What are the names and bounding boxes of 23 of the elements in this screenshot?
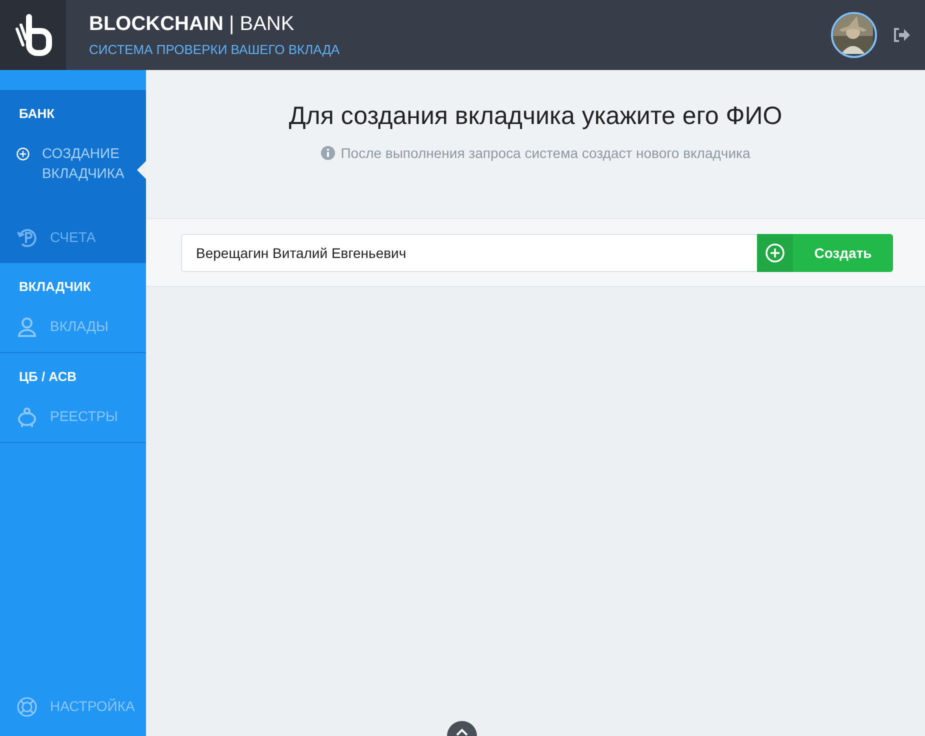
menu-item[interactable]: НАСТРОЙКА xyxy=(0,686,146,736)
piggy-bank-icon xyxy=(16,406,38,428)
page-heading: Для создания вкладчика укажите его ФИО xyxy=(288,102,784,131)
info-icon xyxy=(320,146,335,160)
refresh-ruble-icon xyxy=(16,227,38,249)
plus-circle-icon xyxy=(765,243,785,263)
avatar[interactable] xyxy=(831,12,877,58)
name-input-field[interactable]: Верещагин Виталий Евгеньевич xyxy=(181,234,757,272)
person-icon xyxy=(16,316,38,338)
chevron-up-icon xyxy=(456,728,468,736)
menu-item[interactable]: РЕЕСТРЫ xyxy=(0,396,146,442)
menu-item[interactable]: СЧЕТА xyxy=(0,217,146,263)
hint-text: После выполнения запроса система создаст нового вкладчика xyxy=(340,145,750,161)
section-title: БАНК xyxy=(18,105,56,123)
section-title: ЦБ / АСВ xyxy=(18,368,78,386)
lifebuoy-icon xyxy=(16,696,38,718)
brand-subtitle: СИСТЕМА ПРОВЕРКИ ВАШЕГО ВКЛАДА xyxy=(89,42,341,57)
logo-icon xyxy=(13,13,53,57)
menu-item[interactable]: ВКЛАДЫ xyxy=(0,306,146,352)
brand-title: BLOCKCHAIN | BANK xyxy=(89,13,296,36)
logout-icon[interactable] xyxy=(893,27,911,43)
create-button[interactable]: Создать xyxy=(757,234,893,272)
section-title: ВКЛАДЧИК xyxy=(18,278,92,296)
